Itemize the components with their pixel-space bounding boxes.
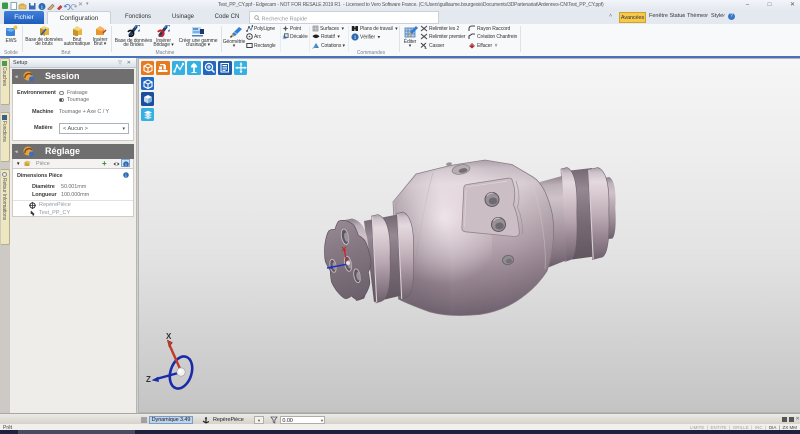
svg-text:Z: Z xyxy=(146,375,151,384)
svg-text:X: X xyxy=(166,332,172,341)
